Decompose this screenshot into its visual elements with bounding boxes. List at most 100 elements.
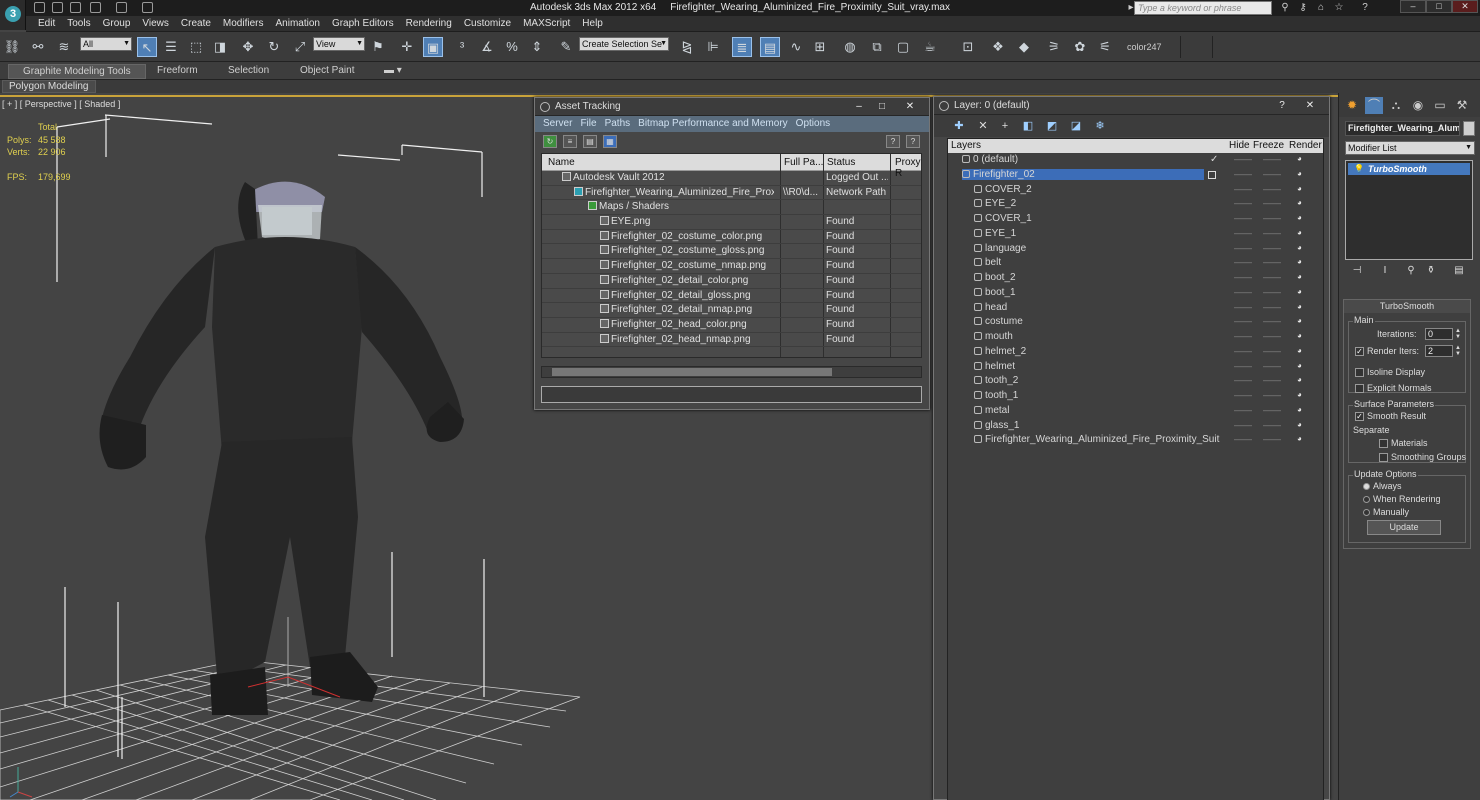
layer-freeze-toggle[interactable]: —— (1263, 198, 1281, 208)
object-color-swatch[interactable] (1463, 121, 1475, 136)
menu-modifiers[interactable]: Modifiers (217, 16, 270, 29)
close-button[interactable]: ✕ (1452, 0, 1478, 13)
menu-options[interactable]: Options (792, 118, 834, 129)
column-status[interactable]: Status (827, 157, 855, 168)
tab-object-paint[interactable]: Object Paint (300, 65, 354, 76)
curve-editor-icon[interactable]: ∿ (786, 37, 806, 57)
menu-tools[interactable]: Tools (61, 16, 96, 29)
vray-light-icon[interactable]: ◆ (1014, 37, 1034, 57)
spinner-arrows-icon[interactable]: ▲ ▼ (1455, 345, 1462, 357)
show-end-result-icon[interactable]: Ⅰ (1379, 265, 1391, 277)
make-unique-icon[interactable]: ⚲ (1405, 265, 1417, 277)
delete-layer-icon[interactable]: ✕ (976, 119, 990, 133)
layer-hide-toggle[interactable]: —— (1234, 346, 1252, 356)
layer-hide-toggle[interactable]: —— (1234, 287, 1252, 297)
search-input[interactable]: Type a keyword or phrase (1134, 1, 1272, 15)
layer-hide-toggle[interactable]: —— (1234, 169, 1252, 179)
layer-row[interactable]: metal —— —— ◕ (948, 404, 1323, 419)
help-icon[interactable]: ? (1358, 1, 1372, 14)
layer-freeze-toggle[interactable]: —— (1263, 390, 1281, 400)
layer-hide-toggle[interactable]: —— (1234, 420, 1252, 430)
vray-proxy-icon[interactable]: ⚞ (1044, 37, 1064, 57)
layer-row[interactable]: EYE_1 —— —— ◕ (948, 227, 1323, 242)
layer-freeze-toggle[interactable]: —— (1263, 213, 1281, 223)
layer-freeze-toggle[interactable]: —— (1263, 272, 1281, 282)
column-render[interactable]: Render (1289, 140, 1322, 151)
edit-named-selection-icon[interactable]: ✎ (556, 37, 576, 57)
render-teapot-icon[interactable]: ◕ (1297, 154, 1302, 163)
asset-row[interactable]: Autodesk Vault 2012 Logged Out ... (542, 171, 921, 186)
link-icon[interactable]: ⛓ (2, 37, 22, 57)
layer-row[interactable]: costume —— —— ◕ (948, 315, 1323, 330)
layer-row[interactable]: helmet_2 —— —— ◕ (948, 345, 1323, 360)
highlight-layer-icon[interactable]: ◩ (1045, 119, 1059, 133)
layer-row[interactable]: Firefighter_Wearing_Aluminized_Fire_Prox… (948, 433, 1323, 448)
move-icon[interactable]: ✥ (238, 37, 258, 57)
vray-cubes-icon[interactable]: ❖ (988, 37, 1008, 57)
tab-graphite-modeling-tools[interactable]: Graphite Modeling Tools (8, 64, 146, 79)
layer-hide-toggle[interactable]: —— (1234, 257, 1252, 267)
layer-row[interactable]: glass_1 —— —— ◕ (948, 419, 1323, 434)
layer-hide-toggle[interactable]: —— (1234, 272, 1252, 282)
separate-materials-checkbox[interactable] (1379, 439, 1388, 448)
angle-snap-icon[interactable]: ∡ (477, 37, 497, 57)
render-teapot-icon[interactable]: ◕ (1297, 316, 1302, 325)
menu-edit[interactable]: Edit (32, 16, 61, 29)
layer-freeze-toggle[interactable]: —— (1263, 316, 1281, 326)
menu-graph-editors[interactable]: Graph Editors (326, 16, 400, 29)
layer-row[interactable]: COVER_2 —— —— ◕ (948, 183, 1323, 198)
layer-manager-icon[interactable]: ≣ (732, 37, 752, 57)
spinner-arrows-icon[interactable]: ▲ ▼ (1455, 328, 1462, 340)
material-editor-icon[interactable]: ◍ (840, 37, 860, 57)
modify-tab-icon[interactable]: ⌒ (1365, 97, 1383, 114)
layer-hide-toggle[interactable]: —— (1234, 243, 1252, 253)
reference-coordinate-select[interactable]: View ▼ (313, 37, 365, 51)
menu-customize[interactable]: Customize (458, 16, 517, 29)
layer-freeze-toggle[interactable]: —— (1263, 154, 1281, 164)
layer-freeze-toggle[interactable]: —— (1263, 169, 1281, 179)
bind-space-warp-icon[interactable]: ≋ (54, 37, 74, 57)
help-button[interactable]: ? (1271, 99, 1293, 112)
rendered-frame-window-icon[interactable]: ▢ (893, 37, 913, 57)
asset-row[interactable]: Firefighter_Wearing_Aluminized_Fire_Prox… (542, 186, 921, 201)
mirror-icon[interactable]: ⧎ (677, 37, 697, 57)
close-button[interactable]: ✕ (1299, 99, 1321, 112)
ribbon-options-icon[interactable]: ▬ ▾ (384, 65, 402, 76)
asset-row[interactable]: Firefighter_02_detail_gloss.png Found (542, 289, 921, 304)
column-freeze[interactable]: Freeze (1253, 140, 1284, 151)
asset-row[interactable]: Firefighter_02_costume_color.png Found (542, 230, 921, 245)
percent-snap-icon[interactable]: % (502, 37, 522, 57)
favorites-star-icon[interactable]: ☆ (1332, 1, 1346, 14)
menu-create[interactable]: Create (175, 16, 217, 29)
maximize-button[interactable]: □ (871, 100, 893, 113)
layer-freeze-toggle[interactable]: —— (1263, 434, 1281, 444)
render-teapot-icon[interactable]: ◕ (1297, 184, 1302, 193)
render-teapot-icon[interactable]: ◕ (1297, 287, 1302, 296)
asset-row[interactable]: Firefighter_02_detail_nmap.png Found (542, 303, 921, 318)
layer-hide-toggle[interactable]: —— (1234, 331, 1252, 341)
motion-tab-icon[interactable]: ◉ (1409, 97, 1427, 114)
layer-hide-toggle[interactable]: —— (1234, 434, 1252, 444)
render-teapot-icon[interactable]: ◕ (1297, 375, 1302, 384)
refresh-icon[interactable]: ↻ (543, 135, 557, 148)
layer-hide-toggle[interactable]: —— (1234, 228, 1252, 238)
configure-modifier-sets-icon[interactable]: ▤ (1453, 265, 1465, 277)
current-layer-check-icon[interactable]: ✓ (1210, 154, 1218, 165)
render-teapot-icon[interactable]: ◕ (1297, 228, 1302, 237)
asset-row[interactable]: Firefighter_02_costume_gloss.png Found (542, 244, 921, 260)
layer-hide-toggle[interactable]: —— (1234, 184, 1252, 194)
layer-freeze-toggle[interactable]: —— (1263, 243, 1281, 253)
layer-manager-titlebar[interactable]: Layer: 0 (default) ? ✕ (934, 97, 1329, 115)
layer-hide-toggle[interactable]: —— (1234, 361, 1252, 371)
select-by-name-icon[interactable]: ☰ (161, 37, 181, 57)
menu-bitmap-performance[interactable]: Bitmap Performance and Memory (634, 118, 792, 129)
select-objects-in-layer-icon[interactable]: ◧ (1021, 119, 1035, 133)
layer-freeze-toggle[interactable]: —— (1263, 375, 1281, 385)
layer-row[interactable]: tooth_1 —— —— ◕ (948, 389, 1323, 404)
layer-hide-toggle[interactable]: —— (1234, 390, 1252, 400)
render-teapot-icon[interactable]: ◕ (1297, 272, 1302, 281)
menu-file[interactable]: File (576, 118, 600, 129)
asset-path-field[interactable] (541, 386, 922, 403)
render-teapot-icon[interactable]: ◕ (1297, 434, 1302, 443)
table-view-icon[interactable]: ▦ (603, 135, 617, 148)
